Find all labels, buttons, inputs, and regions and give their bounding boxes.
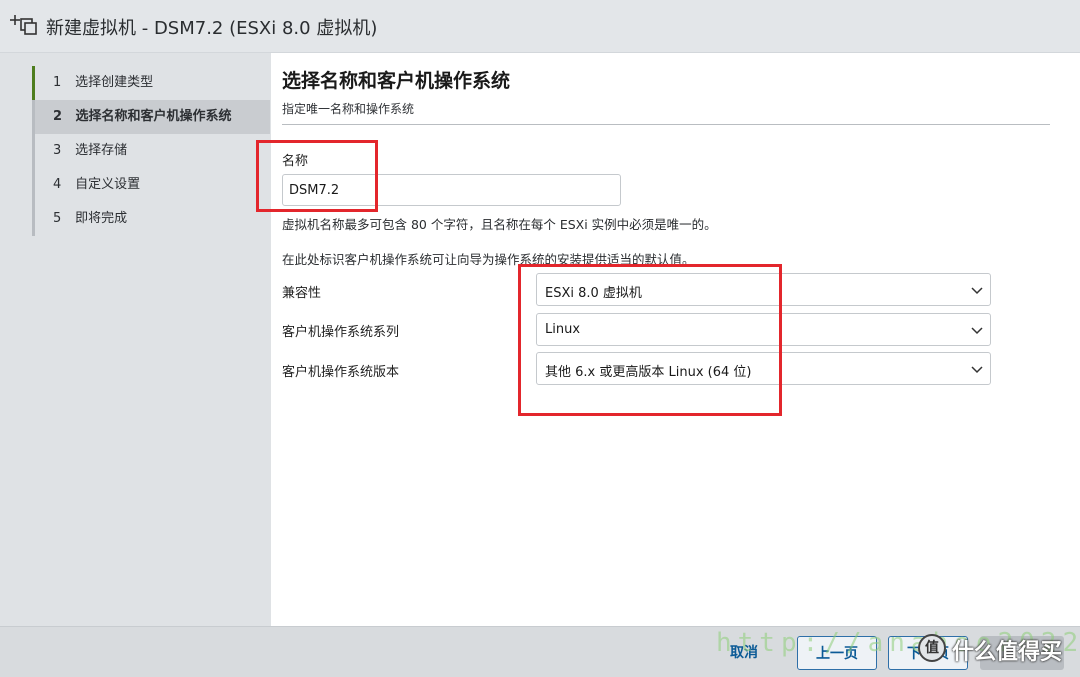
os-version-select[interactable]: 其他 6.x 或更高版本 Linux (64 位) [536,352,991,385]
compatibility-value: ESXi 8.0 虚拟机 [545,286,642,301]
chevron-down-icon [971,366,983,374]
os-version-value: 其他 6.x 或更高版本 Linux (64 位) [545,365,752,380]
compatibility-select[interactable]: ESXi 8.0 虚拟机 [536,273,991,306]
step-ready-to-complete[interactable]: 5 即将完成 [32,202,270,236]
step-select-name-and-os[interactable]: 2 选择名称和客户机操作系统 [32,100,270,134]
brand-text: 什么值得买 [952,640,1063,665]
page-subtitle: 指定唯一名称和操作系统 [282,102,415,116]
compatibility-label: 兼容性 [282,286,322,301]
chevron-down-icon [971,327,983,335]
step-label: 选择名称和客户机操作系统 [75,109,232,124]
wizard-steps-sidebar: 1 选择创建类型 2 选择名称和客户机操作系统 3 选择存储 4 自定义设置 5… [0,53,271,626]
os-family-value: Linux [545,322,581,337]
step-number: 1 [53,75,62,90]
new-vm-icon [10,15,37,35]
step-customize-settings[interactable]: 4 自定义设置 [32,168,270,202]
name-label: 名称 [282,154,309,169]
step-label: 选择存储 [75,143,128,158]
brand-logo-icon: 值 [918,634,946,662]
os-family-select[interactable]: Linux [536,313,991,346]
divider [282,124,1050,125]
step-label: 自定义设置 [75,177,141,192]
step-number: 3 [53,143,62,158]
step-label: 选择创建类型 [75,75,154,90]
step-number: 2 [53,109,63,124]
os-hint: 在此处标识客户机操作系统可让向导为操作系统的安装提供适当的默认值。 [282,252,695,267]
step-label: 即将完成 [75,211,128,226]
step-select-creation-type[interactable]: 1 选择创建类型 [32,66,270,100]
brand-watermark: 值什么值得买 [918,634,1062,666]
step-number: 4 [53,177,62,192]
page-title: 选择名称和客户机操作系统 [282,70,511,92]
vm-name-input[interactable] [282,174,621,206]
step-number: 5 [53,211,62,226]
name-hint: 虚拟机名称最多可包含 80 个字符，且名称在每个 ESXi 实例中必须是唯一的。 [282,217,717,232]
chevron-down-icon [971,287,983,295]
os-version-label: 客户机操作系统版本 [282,365,400,380]
wizard-main-panel: 选择名称和客户机操作系统 指定唯一名称和操作系统 名称 虚拟机名称最多可包含 8… [271,53,1080,626]
window-titlebar: 新建虚拟机 - DSM7.2 (ESXi 8.0 虚拟机) [0,0,1080,53]
step-select-storage[interactable]: 3 选择存储 [32,134,270,168]
window-title: 新建虚拟机 - DSM7.2 (ESXi 8.0 虚拟机) [46,18,378,39]
os-family-label: 客户机操作系统系列 [282,325,400,340]
